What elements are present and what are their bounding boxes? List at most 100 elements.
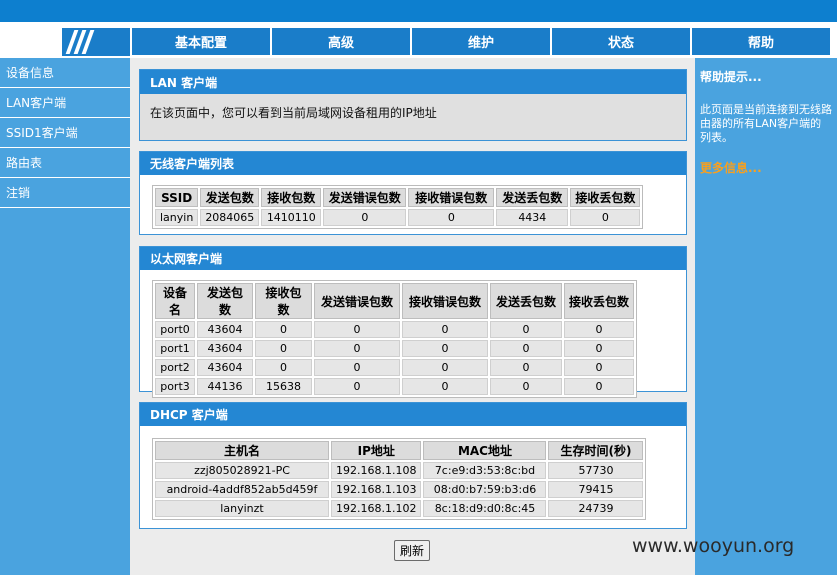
table-cell: android-4addf852ab5d459f [155,481,329,498]
table-cell: port3 [155,378,195,395]
table-cell: port1 [155,340,195,357]
table-cell: 44136 [197,378,253,395]
column-header: IP地址 [331,441,422,460]
column-header: 发送丢包数 [496,188,569,207]
dhcp-title: DHCP 客户端 [140,403,686,426]
table-row: port2 43604 0 0 0 0 0 [155,359,634,376]
table-cell: 0 [314,321,400,338]
wireless-title: 无线客户端列表 [140,152,686,175]
table-row: android-4addf852ab5d459f 192.168.1.103 08:… [155,481,644,498]
column-header: MAC地址 [423,441,547,460]
column-header: 发送错误包数 [323,188,407,207]
table-cell: 192.168.1.108 [331,462,422,479]
table-cell: 0 [255,359,312,376]
nav-basic-config[interactable]: 基本配置 [132,28,270,55]
table-cell: 79415 [548,481,644,498]
table-cell: 0 [314,359,400,376]
table-cell: 0 [323,209,407,226]
table-cell: 0 [255,321,312,338]
dhcp-table: 主机名 IP地址 MAC地址 生存时间(秒) zzj805028921-PC 192.1… [152,438,647,520]
table-cell: 0 [408,209,495,226]
table-cell: 0 [564,378,634,395]
dhcp-panel: DHCP 客户端 主机名 IP地址 MAC地址 生存时间(秒) zzj80502892… [139,402,687,529]
table-cell: 43604 [197,359,253,376]
table-cell: 0 [314,378,400,395]
intro-text: 在该页面中，您可以看到当前局域网设备租用的IP地址 [150,106,437,120]
refresh-button[interactable]: 刷新 [394,540,430,561]
sidebar-item-logout[interactable]: 注销 [0,178,130,208]
column-header: 设备名 [155,283,195,319]
table-cell: 15638 [255,378,312,395]
nav-help[interactable]: 帮助 [692,28,830,55]
table-cell: lanyinzt [155,500,329,517]
table-cell: 8c:18:d9:d0:8c:45 [423,500,547,517]
table-row: port0 43604 0 0 0 0 0 [155,321,634,338]
watermark: www.wooyun.org [632,535,795,557]
table-row: port3 44136 15638 0 0 0 0 [155,378,634,395]
table-cell: 2084065 [200,209,260,226]
logo [62,28,130,56]
wireless-table: SSID 发送包数 接收包数 发送错误包数 接收错误包数 发送丢包数 接收丢包数 lanyi… [152,185,644,229]
nav-advanced[interactable]: 高级 [272,28,410,55]
table-row: lanyinzt 192.168.1.102 8c:18:d9:d0:8c:45 24… [155,500,644,517]
help-title: 帮助提示... [700,70,762,84]
ethernet-title: 以太网客户端 [140,247,686,270]
column-header: 发送丢包数 [490,283,562,319]
ethernet-table: 设备名 发送包数 接收包数 发送错误包数 接收错误包数 发送丢包数 接收丢包数 port0 4… [152,280,637,398]
nav-maintenance[interactable]: 维护 [412,28,550,55]
table-cell: 1410110 [261,209,322,226]
column-header: 发送包数 [197,283,253,319]
column-header: 主机名 [155,441,329,460]
table-row: lanyin 2084065 1410110 0 0 4434 0 [155,209,641,226]
help-more-link[interactable]: 更多信息... [695,159,837,176]
table-cell: 192.168.1.103 [331,481,422,498]
table-cell: 192.168.1.102 [331,500,422,517]
table-cell: 0 [255,340,312,357]
main-content: LAN 客户端 在该页面中，您可以看到当前局域网设备租用的IP地址 无线客户端列… [130,58,695,575]
table-cell: 0 [402,340,488,357]
table-cell: 08:d0:b7:59:b3:d6 [423,481,547,498]
table-cell: 4434 [496,209,569,226]
sidebar: 设备信息 LAN客户端 SSID1客户端 路由表 注销 [0,58,130,575]
nav-status[interactable]: 状态 [552,28,690,55]
table-cell: 0 [402,378,488,395]
help-text: 此页面是当前连接到无线路由器的所有LAN客户端的列表。 [700,103,832,144]
column-header: 接收包数 [255,283,312,319]
column-header: 接收丢包数 [564,283,634,319]
table-cell: 0 [564,321,634,338]
column-header: 发送错误包数 [314,283,400,319]
top-banner [0,0,837,22]
table-cell: lanyin [155,209,199,226]
table-row: port1 43604 0 0 0 0 0 [155,340,634,357]
sidebar-item-ssid1-clients[interactable]: SSID1客户端 [0,118,130,148]
sidebar-item-routing-table[interactable]: 路由表 [0,148,130,178]
top-nav: 基本配置 高级 维护 状态 帮助 [132,28,832,55]
table-cell: 7c:e9:d3:53:8c:bd [423,462,547,479]
table-cell: 0 [564,340,634,357]
column-header: 接收丢包数 [570,188,641,207]
column-header: 生存时间(秒) [548,441,644,460]
table-cell: 0 [490,359,562,376]
column-header: 发送包数 [200,188,260,207]
sidebar-item-lan-clients[interactable]: LAN客户端 [0,88,130,118]
page-title: LAN 客户端 [140,70,686,94]
table-cell: port0 [155,321,195,338]
table-row: zzj805028921-PC 192.168.1.108 7c:e9:d3:53:… [155,462,644,479]
table-cell: 0 [570,209,641,226]
table-cell: 0 [402,321,488,338]
table-cell: 43604 [197,340,253,357]
sidebar-item-device-info[interactable]: 设备信息 [0,58,130,88]
column-header: 接收错误包数 [402,283,488,319]
table-cell: 24739 [548,500,644,517]
table-cell: 43604 [197,321,253,338]
table-cell: port2 [155,359,195,376]
table-cell: 0 [402,359,488,376]
wireless-panel: 无线客户端列表 SSID 发送包数 接收包数 发送错误包数 接收错误包数 发送丢包数 接收丢… [139,151,687,235]
column-header: 接收错误包数 [408,188,495,207]
column-header: 接收包数 [261,188,322,207]
table-cell: 0 [490,340,562,357]
logo-area [0,28,130,56]
table-cell: 0 [564,359,634,376]
table-cell: 0 [314,340,400,357]
table-cell: 57730 [548,462,644,479]
